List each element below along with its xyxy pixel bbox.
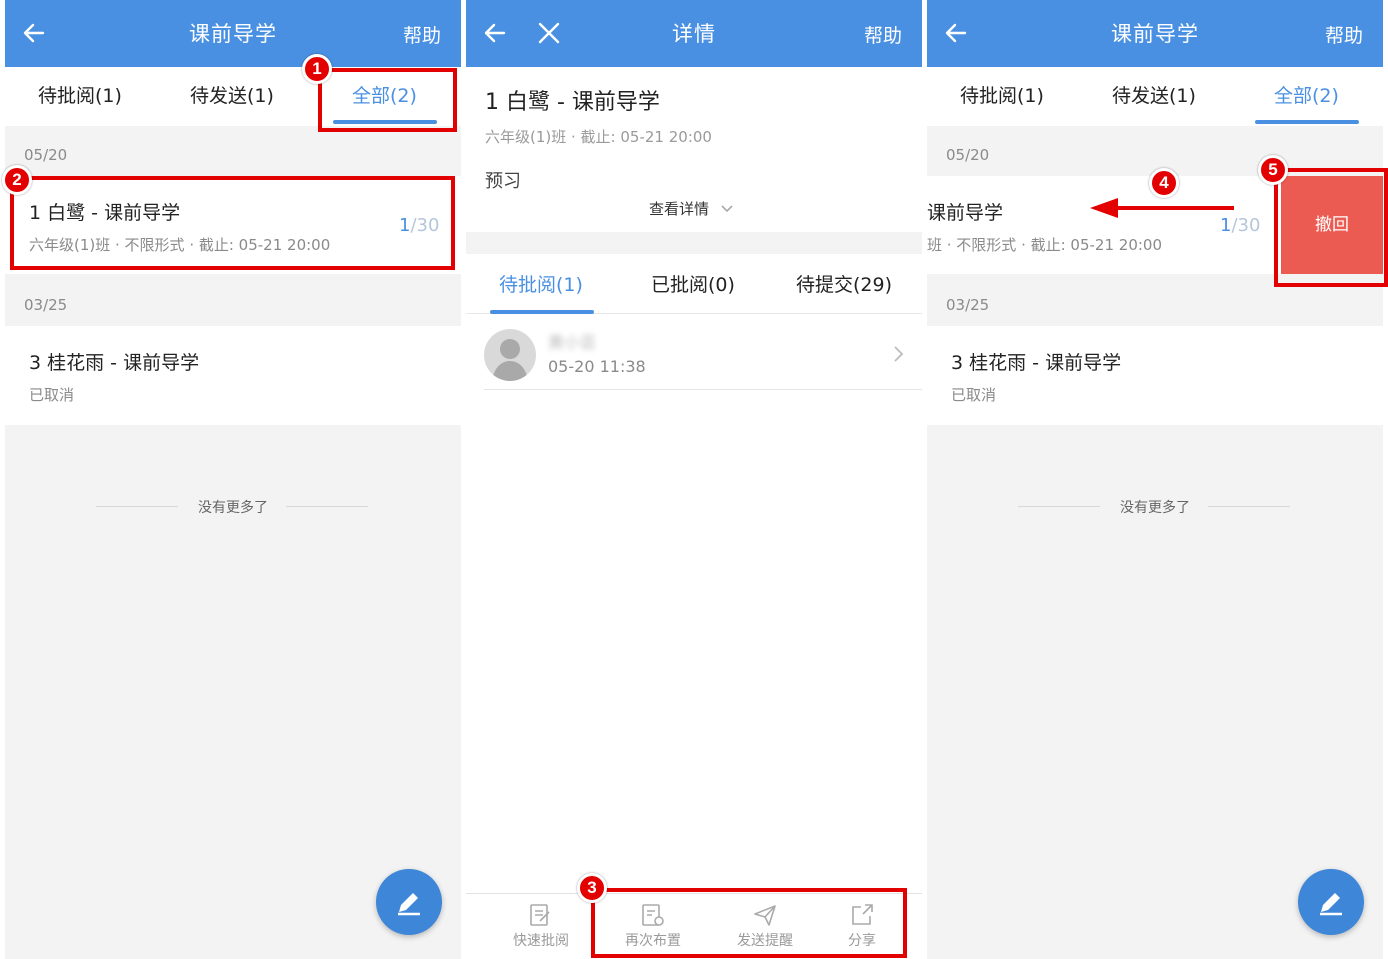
assignment-status: 已取消 [29, 386, 75, 404]
chevron-down-icon [721, 205, 733, 213]
highlight-box-revoke [1274, 168, 1388, 287]
avatar [484, 329, 536, 381]
assignment-type: 预习 [485, 171, 521, 192]
user-silhouette-icon [492, 339, 528, 381]
assignment-subtitle: 班 · 不限形式 · 截止: 05-21 20:00 [927, 236, 1163, 254]
top-bar: 课前导学 帮助 [5, 0, 461, 67]
step-badge: 4 [1149, 168, 1179, 198]
divider [286, 506, 368, 507]
section-divider [466, 232, 922, 254]
page-title: 详情 [672, 22, 716, 46]
highlight-box-tab-all [318, 68, 457, 132]
page-title: 课前导学 [1111, 22, 1199, 46]
help-button[interactable]: 帮助 [403, 21, 441, 48]
assignment-title: 课前导学 [927, 202, 1004, 224]
view-details-label: 查看详情 [649, 200, 710, 218]
date-header: 05/20 [24, 146, 68, 164]
date-header: 05/20 [946, 146, 990, 164]
tab-bar: 待批阅(1) 待发送(1) 全部(2) [927, 67, 1383, 126]
highlight-box-assignment [10, 176, 455, 270]
panel-detail: 详情 帮助 1 白鹭 - 课前导学 六年级(1)班 · 截止: 05-21 20… [466, 0, 922, 959]
student-row[interactable]: 黄小芸 05-20 11:38 [484, 315, 922, 390]
panel-list-all: 课前导学 帮助 待批阅(1) 待发送(1) 全部(2) 05/20 1 白鹭 -… [5, 0, 461, 959]
chevron-right-icon [894, 346, 904, 362]
divider [1018, 506, 1100, 507]
tab-all[interactable]: 全部(2) [1274, 81, 1339, 108]
status-tab-bar: 待批阅(1) 已批阅(0) 待提交(29) [466, 254, 922, 314]
top-bar: 课前导学 帮助 [927, 0, 1383, 67]
compose-button[interactable] [376, 869, 442, 935]
step-badge: 2 [2, 165, 32, 195]
divider [1208, 506, 1290, 507]
tab-pending-review[interactable]: 待批阅(1) [499, 270, 583, 297]
step-badge: 5 [1258, 155, 1288, 185]
highlight-box-actions [591, 888, 907, 958]
submission-time: 05-20 11:38 [548, 357, 646, 376]
assignment-title: 3 桂花雨 - 课前导学 [951, 352, 1122, 374]
active-tab-indicator [1255, 120, 1359, 124]
tab-pending-review[interactable]: 待批阅(1) [38, 81, 122, 108]
student-name: 黄小芸 [548, 333, 597, 352]
page-title: 课前导学 [189, 22, 277, 46]
top-bar: 详情 帮助 [466, 0, 922, 67]
active-tab-indicator [490, 310, 594, 314]
pencil-icon [398, 893, 420, 916]
no-more-label: 没有更多了 [1120, 500, 1190, 516]
tab-reviewed[interactable]: 已批阅(0) [651, 270, 735, 297]
assignment-item[interactable]: 3 桂花雨 - 课前导学 已取消 [927, 326, 1383, 425]
divider [96, 506, 178, 507]
step-badge: 1 [302, 54, 332, 84]
quick-review-label: 快速批阅 [513, 933, 569, 949]
no-more-text: 没有更多了 [5, 497, 461, 517]
assignment-title: 3 桂花雨 - 课前导学 [29, 352, 200, 374]
compose-button[interactable] [1298, 869, 1364, 935]
view-details-link[interactable]: 查看详情 [649, 198, 734, 219]
no-more-label: 没有更多了 [198, 500, 268, 516]
tab-pending-send[interactable]: 待发送(1) [190, 81, 274, 108]
date-header: 03/25 [24, 296, 68, 314]
quick-review-button[interactable]: 快速批阅 [496, 902, 586, 950]
pencil-icon [1320, 893, 1342, 916]
tab-pending-send[interactable]: 待发送(1) [1112, 81, 1196, 108]
date-header: 03/25 [946, 296, 990, 314]
help-button[interactable]: 帮助 [1325, 21, 1363, 48]
no-more-text: 没有更多了 [927, 497, 1383, 517]
assignment-title: 1 白鹭 - 课前导学 [485, 90, 660, 115]
edit-doc-icon [530, 904, 550, 926]
assignment-item[interactable]: 3 桂花雨 - 课前导学 已取消 [5, 326, 461, 425]
assignment-status: 已取消 [951, 386, 997, 404]
assignment-subtitle: 六年级(1)班 · 截止: 05-21 20:00 [485, 128, 712, 146]
tab-pending-review[interactable]: 待批阅(1) [960, 81, 1044, 108]
help-button[interactable]: 帮助 [864, 21, 902, 48]
step-badge: 3 [577, 873, 607, 903]
panel-list-swiped: 课前导学 帮助 待批阅(1) 待发送(1) 全部(2) 05/20 课前导学 班… [927, 0, 1383, 959]
swipe-left-arrow-icon [1090, 198, 1234, 218]
tab-to-submit[interactable]: 待提交(29) [796, 270, 892, 297]
